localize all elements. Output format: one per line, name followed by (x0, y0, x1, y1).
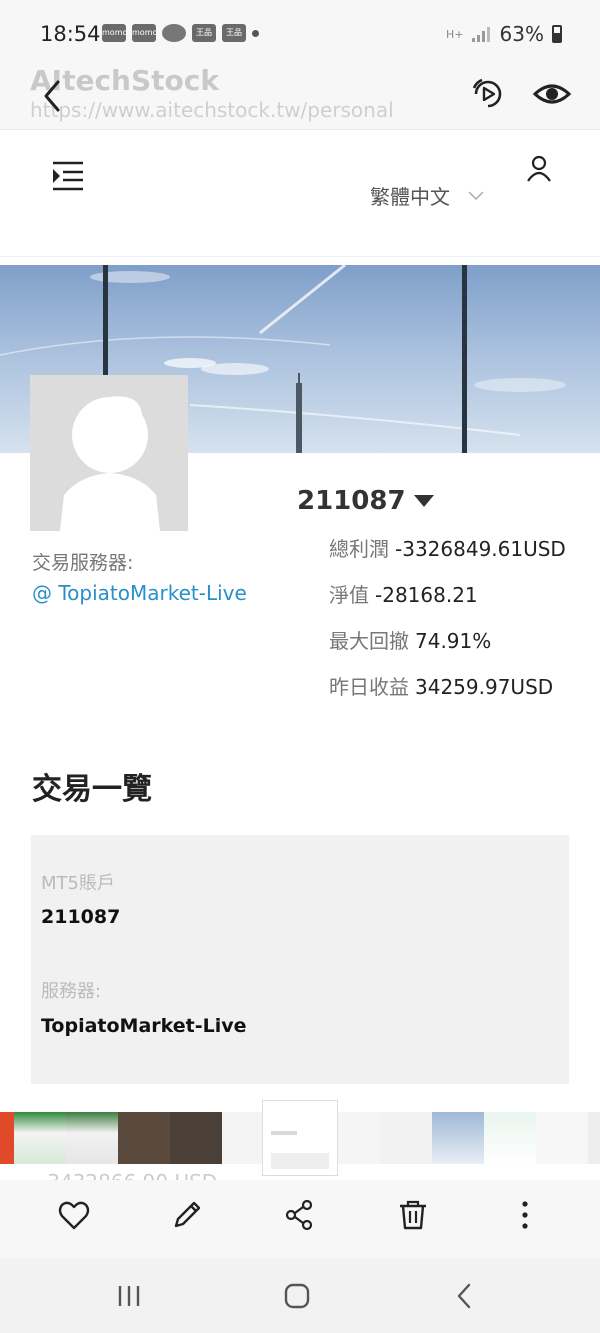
gallery-thumbnail[interactable] (66, 1112, 118, 1164)
notification-icons: momo momo 王品 王品 (102, 24, 259, 42)
momo-app-icon: momo (102, 24, 127, 42)
battery-icon (552, 25, 562, 43)
stat-value: -3326849.61USD (395, 537, 566, 561)
edit-pencil-icon[interactable] (170, 1198, 204, 1232)
stat-label: 淨值 (329, 583, 369, 607)
gallery-thumbnail[interactable] (588, 1112, 600, 1164)
wangpin-app-icon: 王品 (222, 24, 246, 42)
gallery-thumbnail[interactable] (0, 1112, 14, 1164)
clock: 18:54 (40, 22, 101, 46)
account-number: 211087 (297, 486, 406, 516)
stat-value: 34259.97USD (415, 675, 554, 699)
delete-trash-icon[interactable] (396, 1198, 430, 1232)
mt5-account-label: MT5賬戶 (41, 873, 115, 894)
recent-apps-icon[interactable] (113, 1280, 145, 1312)
site-header: 繁體中文 (0, 131, 600, 257)
page-url: https://www.aitechstock.tw/personal (30, 98, 394, 122)
user-silhouette-icon (60, 396, 160, 531)
gallery-thumbnail[interactable] (432, 1112, 484, 1164)
share-icon[interactable] (283, 1198, 317, 1232)
momo-app-icon: momo (132, 24, 157, 42)
eye-icon[interactable] (532, 76, 572, 112)
card-server-label: 服務器: (41, 981, 102, 1002)
heart-icon[interactable] (57, 1198, 91, 1232)
language-label: 繁體中文 (370, 185, 450, 209)
mt5-account-value: 211087 (41, 906, 121, 928)
trades-section-title: 交易一覽 (32, 772, 152, 807)
card-server-value: TopiatoMarket-Live (41, 1015, 247, 1037)
gallery-thumbnail[interactable] (170, 1112, 222, 1164)
avatar (30, 375, 188, 531)
gallery-thumbnail[interactable] (338, 1112, 380, 1164)
server-label: 交易服務器: (32, 552, 134, 574)
back-icon[interactable] (449, 1280, 481, 1312)
gallery-thumbnail-current[interactable] (262, 1100, 338, 1176)
chevron-down-icon (468, 190, 484, 200)
more-options-icon[interactable] (508, 1198, 542, 1232)
signal-icon (471, 27, 490, 42)
gallery-thumbnail[interactable] (14, 1112, 66, 1164)
stat-total-profit: 總利潤 -3326849.61USD (329, 533, 566, 562)
account-info-card: MT5賬戶 211087 服務器: TopiatoMarket-Live (31, 835, 569, 1084)
server-link[interactable]: @ TopiatoMarket-Live (32, 581, 247, 605)
gallery-thumbnail[interactable] (484, 1112, 536, 1164)
home-icon[interactable] (281, 1280, 313, 1312)
stat-equity: 淨值 -28168.21 (329, 579, 478, 608)
photo-action-bar (0, 1180, 600, 1258)
gallery-thumbnail[interactable] (380, 1112, 432, 1164)
system-navigation-bar (0, 1258, 600, 1333)
viewer-top-bar: AItechStock https://www.aitechstock.tw/p… (0, 60, 600, 130)
stat-value: -28168.21 (375, 583, 478, 607)
menu-icon[interactable] (50, 159, 86, 193)
network-type: H+ (446, 27, 464, 41)
bowl-app-icon (162, 24, 186, 42)
stat-label: 昨日收益 (329, 675, 409, 699)
status-bar: 18:54 momo momo 王品 王品 H+ 63% (0, 0, 600, 64)
stat-value: 74.91% (415, 629, 492, 653)
wangpin-app-icon: 王品 (192, 24, 216, 42)
user-icon[interactable] (526, 155, 552, 183)
gallery-thumbnail[interactable] (118, 1112, 170, 1164)
motion-photo-icon[interactable] (470, 74, 506, 114)
gallery-thumbnail[interactable] (536, 1112, 588, 1164)
back-arrow-icon[interactable] (36, 76, 70, 116)
more-notifications-dot (252, 30, 259, 37)
language-selector[interactable]: 繁體中文 (370, 181, 484, 210)
gallery-thumbnail[interactable] (222, 1112, 262, 1164)
account-selector[interactable]: 211087 (297, 486, 434, 516)
stat-max-drawdown: 最大回撤 74.91% (329, 625, 491, 654)
stat-yesterday-profit: 昨日收益 34259.97USD (329, 671, 553, 700)
stat-label: 最大回撤 (329, 629, 409, 653)
caret-down-icon (413, 495, 434, 507)
stat-label: 總利潤 (329, 537, 389, 561)
battery-percent: 63% (499, 22, 544, 46)
gallery-filmstrip[interactable] (0, 1100, 600, 1176)
